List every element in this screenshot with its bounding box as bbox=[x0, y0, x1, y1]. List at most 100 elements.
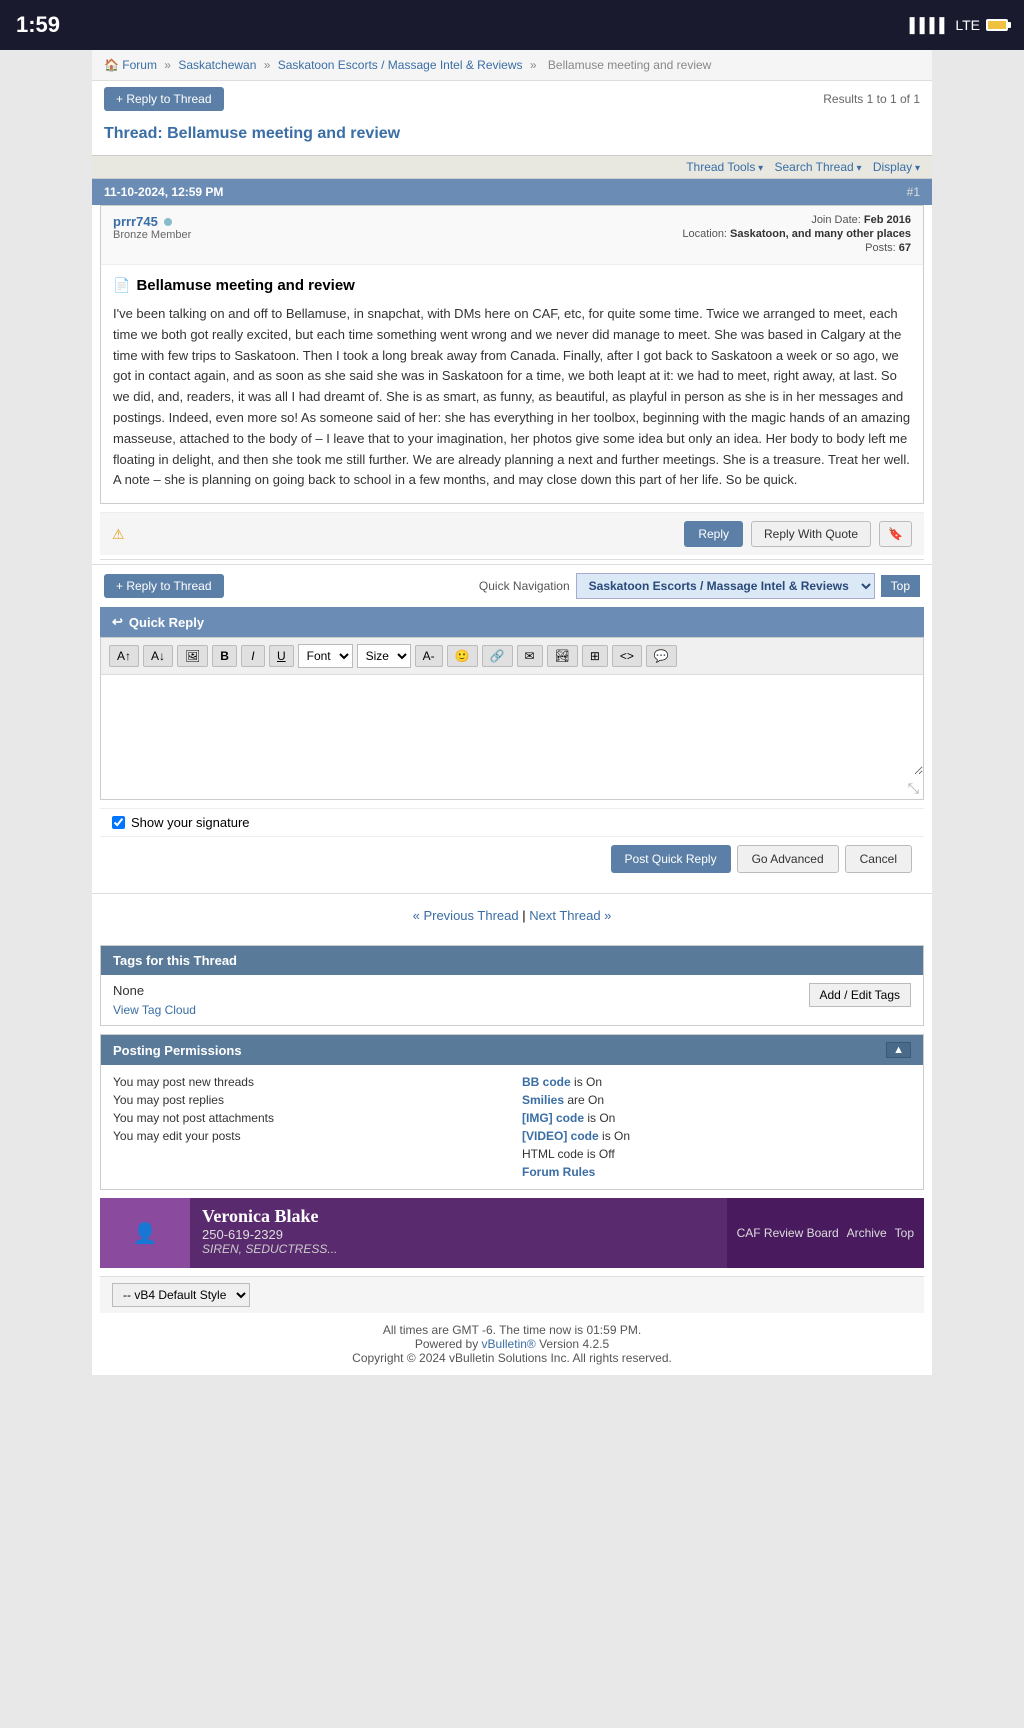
editor-table-btn[interactable]: ⊞ bbox=[582, 645, 608, 667]
signature-label[interactable]: Show your signature bbox=[131, 815, 250, 830]
breadcrumb: 🏠 Forum » Saskatchewan » Saskatoon Escor… bbox=[92, 50, 932, 81]
permissions-section: Posting Permissions ▲ You may post new t… bbox=[100, 1034, 924, 1190]
permissions-collapse-btn[interactable]: ▲ bbox=[886, 1042, 911, 1058]
footer-powered-by: Powered by vBulletin® Version 4.2.5 bbox=[102, 1337, 922, 1351]
editor-email-btn[interactable]: ✉ bbox=[517, 645, 543, 667]
post-user-info: Join Date: Feb 2016 Location: Saskatoon,… bbox=[682, 214, 911, 256]
banner-name: Veronica Blake bbox=[202, 1206, 715, 1227]
post-date: 11-10-2024, 12:59 PM bbox=[104, 185, 223, 199]
battery-icon bbox=[986, 19, 1008, 31]
size-select[interactable]: Size bbox=[357, 644, 411, 668]
thread-tools-link[interactable]: Thread Tools bbox=[686, 160, 763, 174]
quick-reply-icon: ↩ bbox=[112, 614, 123, 630]
add-edit-tags-button[interactable]: Add / Edit Tags bbox=[809, 983, 912, 1007]
perm-video: [VIDEO] code is On bbox=[522, 1129, 911, 1143]
quick-reply-title: Quick Reply bbox=[129, 615, 204, 630]
signature-row: Show your signature bbox=[100, 808, 924, 836]
perm-rules-empty bbox=[113, 1165, 502, 1179]
img-code-status: is On bbox=[587, 1111, 615, 1125]
html-code-label: HTML code bbox=[522, 1147, 584, 1161]
resize-handle[interactable]: ⤡ bbox=[101, 778, 923, 799]
thread-heading: Thread: Bellamuse meeting and review bbox=[104, 125, 920, 143]
editor-color-btn[interactable]: A- bbox=[415, 645, 443, 667]
banner-links: CAF Review Board Archive Top bbox=[727, 1198, 924, 1268]
breadcrumb-crumb2[interactable]: Saskatoon Escorts / Massage Intel & Revi… bbox=[278, 58, 523, 72]
breadcrumb-home[interactable]: Forum bbox=[122, 58, 157, 72]
results-text: Results 1 to 1 of 1 bbox=[823, 92, 920, 106]
permissions-body: You may post new threads BB code is On Y… bbox=[101, 1065, 923, 1189]
quick-reply-header: ↩ Quick Reply bbox=[100, 607, 924, 637]
style-select[interactable]: -- vB4 Default Style bbox=[112, 1283, 250, 1307]
posts-info: Posts: 67 bbox=[682, 242, 911, 254]
bb-code-label: BB code bbox=[522, 1075, 571, 1089]
breadcrumb-crumb1[interactable]: Saskatchewan bbox=[178, 58, 256, 72]
signature-checkbox[interactable] bbox=[112, 816, 125, 829]
editor-smiley-btn[interactable]: 🙂 bbox=[447, 645, 478, 667]
editor-bold-btn[interactable]: B bbox=[212, 645, 237, 667]
reply-with-quote-button[interactable]: Reply With Quote bbox=[751, 521, 871, 547]
status-time: 1:59 bbox=[16, 12, 60, 38]
cancel-button[interactable]: Cancel bbox=[845, 845, 912, 873]
editor-speech-btn[interactable]: 💬 bbox=[646, 645, 677, 667]
perm-html: HTML code is Off bbox=[522, 1147, 911, 1161]
editor-font-size-2[interactable]: A↓ bbox=[143, 645, 173, 667]
quick-nav-label: Quick Navigation bbox=[479, 579, 570, 593]
page-container: 🏠 Forum » Saskatchewan » Saskatoon Escor… bbox=[92, 50, 932, 1375]
editor-image-btn[interactable]: 🖼 bbox=[177, 645, 208, 667]
multiquote-button[interactable]: 🔖 bbox=[879, 521, 912, 547]
signal-icon: ▌▌▌▌ bbox=[910, 17, 950, 33]
video-code-label: [VIDEO] code bbox=[522, 1129, 599, 1143]
view-tag-cloud-link[interactable]: View Tag Cloud bbox=[113, 1003, 196, 1017]
permissions-header: Posting Permissions ▲ bbox=[101, 1035, 923, 1065]
post-number: #1 bbox=[907, 185, 920, 199]
banner-thumbnail: 👤 bbox=[100, 1198, 190, 1268]
reply-button[interactable]: Reply bbox=[684, 521, 743, 547]
post-quick-reply-button[interactable]: Post Quick Reply bbox=[611, 845, 731, 873]
editor-font-size-1[interactable]: A↑ bbox=[109, 645, 139, 667]
quick-reply-textarea[interactable] bbox=[101, 675, 923, 775]
top-button[interactable]: Top bbox=[881, 575, 920, 597]
smilies-status: are On bbox=[567, 1093, 604, 1107]
archive-link[interactable]: Archive bbox=[847, 1226, 887, 1240]
img-code-label: [IMG] code bbox=[522, 1111, 584, 1125]
quick-nav-area: Quick Navigation Saskatoon Escorts / Mas… bbox=[479, 573, 920, 599]
editor-underline-btn[interactable]: U bbox=[269, 645, 294, 667]
banner-phone: 250-619-2329 bbox=[202, 1227, 715, 1242]
caf-review-board-link[interactable]: CAF Review Board bbox=[737, 1226, 839, 1240]
editor-link-btn[interactable]: 🔗 bbox=[482, 645, 513, 667]
display-link[interactable]: Display bbox=[873, 160, 920, 174]
editor-italic-btn[interactable]: I bbox=[241, 645, 265, 667]
lte-label: LTE bbox=[955, 17, 980, 33]
reply-thread-button-bottom[interactable]: Reply to Thread bbox=[104, 574, 224, 598]
go-advanced-button[interactable]: Go Advanced bbox=[737, 845, 839, 873]
status-icons: ▌▌▌▌ LTE bbox=[910, 17, 1008, 33]
footer-timezone: All times are GMT -6. The time now is 01… bbox=[102, 1323, 922, 1337]
editor-toolbar: A↑ A↓ 🖼 B I U Font Size A- 🙂 🔗 ✉ 🏞 ⊞ <> … bbox=[101, 638, 923, 675]
thread-title-link[interactable]: Bellamuse meeting and review bbox=[167, 125, 400, 142]
post-footer: ⚠ Reply Reply With Quote 🔖 bbox=[100, 512, 924, 555]
banner-top-link[interactable]: Top bbox=[895, 1226, 914, 1240]
thread-title-area: Thread: Bellamuse meeting and review bbox=[92, 117, 932, 155]
reply-thread-button-top[interactable]: Reply to Thread bbox=[104, 87, 224, 111]
editor-code-btn[interactable]: <> bbox=[612, 645, 642, 667]
perm-bbcode: BB code is On bbox=[522, 1075, 911, 1089]
divider1 bbox=[100, 559, 924, 560]
search-thread-link[interactable]: Search Thread bbox=[775, 160, 862, 174]
font-select[interactable]: Font bbox=[298, 644, 353, 668]
powered-by-text: Powered by bbox=[415, 1337, 482, 1351]
prev-thread-link[interactable]: « Previous Thread bbox=[413, 908, 519, 923]
editor-img-tag-btn[interactable]: 🏞 bbox=[547, 645, 578, 667]
forum-rules-link[interactable]: Forum Rules bbox=[522, 1165, 595, 1179]
status-bar: 1:59 ▌▌▌▌ LTE bbox=[0, 0, 1024, 50]
next-thread-link[interactable]: Next Thread » bbox=[529, 908, 611, 923]
perm-html-empty bbox=[113, 1147, 502, 1161]
posts-value: 67 bbox=[899, 242, 911, 254]
quick-nav-select[interactable]: Saskatoon Escorts / Massage Intel & Revi… bbox=[576, 573, 875, 599]
results-bar: Reply to Thread Results 1 to 1 of 1 bbox=[92, 81, 932, 117]
breadcrumb-current: Bellamuse meeting and review bbox=[548, 58, 711, 72]
post-username[interactable]: prrr745 bbox=[113, 214, 158, 229]
vbulletin-link[interactable]: vBulletin® bbox=[482, 1337, 536, 1351]
tags-none-text: None bbox=[113, 983, 196, 998]
bb-code-status: is On bbox=[574, 1075, 602, 1089]
post-author: prrr745 Bronze Member bbox=[113, 214, 191, 256]
